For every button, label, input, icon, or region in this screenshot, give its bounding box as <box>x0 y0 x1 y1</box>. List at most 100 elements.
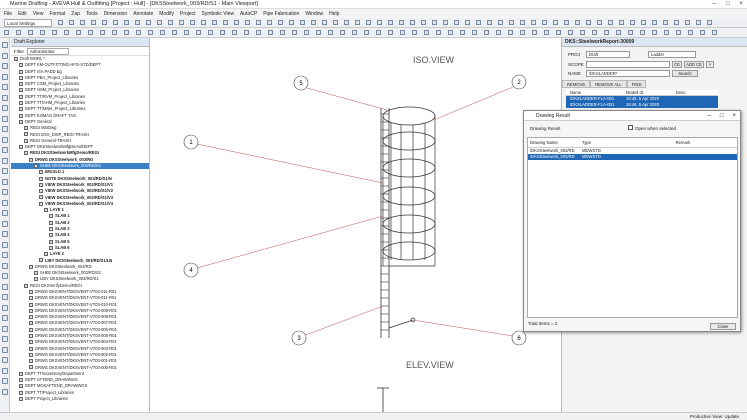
toolbar-tool-icon[interactable] <box>592 30 597 35</box>
toolbar-tool-icon[interactable] <box>508 30 513 35</box>
toolbar-tool-icon[interactable] <box>531 20 536 25</box>
toolbar-tool-icon[interactable] <box>267 20 272 25</box>
toolbar-tool-icon[interactable] <box>352 30 357 35</box>
side-tool-icon[interactable] <box>2 168 8 174</box>
toolbar-tool-icon[interactable] <box>696 20 701 25</box>
toolbar-tool-icon[interactable] <box>652 30 657 35</box>
toolbar-tool-icon[interactable] <box>472 30 477 35</box>
toolbar-tool-icon[interactable] <box>88 30 93 35</box>
toolbar-tool-icon[interactable] <box>172 30 177 35</box>
side-tool-icon[interactable] <box>2 73 8 80</box>
side-tool-icon[interactable] <box>2 136 8 143</box>
side-tool-icon[interactable] <box>2 388 8 395</box>
toolbar-tool-icon[interactable] <box>223 20 228 25</box>
side-tool-icon[interactable] <box>2 294 8 300</box>
toolbar-tool-icon[interactable] <box>676 30 681 35</box>
menu-item-pipe-fabrication[interactable]: Pipe Fabrication <box>263 11 299 17</box>
toolbar-tool-icon[interactable] <box>432 20 437 25</box>
close-icon[interactable]: × <box>739 1 743 7</box>
toolbar-tool-icon[interactable] <box>454 20 459 25</box>
side-tool-icon[interactable] <box>2 157 8 164</box>
scope-input[interactable] <box>586 61 670 68</box>
toolbar-tool-icon[interactable] <box>124 20 129 25</box>
toolbar-tool-icon[interactable] <box>664 30 669 35</box>
toolbar-tool-icon[interactable] <box>509 20 514 25</box>
toolbar-tool-icon[interactable] <box>421 20 426 25</box>
toolbar-tool-icon[interactable] <box>410 20 415 25</box>
side-tool-icon[interactable] <box>2 367 8 374</box>
toolbar-tool-icon[interactable] <box>487 20 492 25</box>
add-ce-button[interactable]: ADD CE <box>684 61 704 68</box>
toolbar-tool-icon[interactable] <box>608 20 613 25</box>
toolbar-tool-icon[interactable] <box>28 30 33 35</box>
side-tool-icon[interactable] <box>2 105 8 111</box>
side-tool-icon[interactable] <box>2 84 8 90</box>
toolbar-tool-icon[interactable] <box>377 20 382 25</box>
toolbar-tool-icon[interactable] <box>268 30 273 35</box>
toolbar-tool-icon[interactable] <box>278 20 283 25</box>
toolbar-tool-icon[interactable] <box>496 30 501 35</box>
toolbar-tool-icon[interactable] <box>316 30 321 35</box>
side-tool-icon[interactable] <box>2 210 8 216</box>
toolbar-tool-icon[interactable] <box>40 30 45 35</box>
toolbar-tool-icon[interactable] <box>376 30 381 35</box>
menu-item-view[interactable]: View <box>33 11 44 17</box>
toolbar-tool-icon[interactable] <box>628 30 633 35</box>
close-button[interactable]: Close <box>710 323 736 330</box>
side-tool-icon[interactable] <box>2 52 8 59</box>
toolbar-tool-icon[interactable] <box>256 20 261 25</box>
toolbar-tool-icon[interactable] <box>113 20 118 25</box>
toolbar-tool-icon[interactable] <box>544 30 549 35</box>
toolbar-tool-icon[interactable] <box>168 20 173 25</box>
toolbar-tool-icon[interactable] <box>136 30 141 35</box>
clear-scope-button[interactable]: × <box>706 61 714 68</box>
side-tool-icon[interactable] <box>2 231 8 237</box>
side-tool-icon[interactable] <box>2 220 8 227</box>
toolbar-tool-icon[interactable] <box>399 20 404 25</box>
toolbar-tool-icon[interactable] <box>448 30 453 35</box>
toolbar-tool-icon[interactable] <box>532 30 537 35</box>
toolbar-tool-icon[interactable] <box>292 30 297 35</box>
menu-item-symbolic-view[interactable]: Symbolic View <box>202 11 234 17</box>
minimize-icon[interactable]: – <box>708 111 711 121</box>
side-tool-icon[interactable] <box>2 199 8 206</box>
toolbar-tool-icon[interactable] <box>4 30 9 35</box>
toolbar-tool-icon[interactable] <box>443 20 448 25</box>
close-icon[interactable]: × <box>732 111 736 121</box>
toolbar-tool-icon[interactable] <box>400 30 405 35</box>
toolbar-tool-icon[interactable] <box>616 30 621 35</box>
drawing-canvas[interactable]: ISO.VIEW ELEV.VIEW 5 2 1 4 3 6 <box>151 38 561 412</box>
toolbar-tool-icon[interactable] <box>685 20 690 25</box>
toolbar-tool-icon[interactable] <box>289 20 294 25</box>
side-tool-icon[interactable] <box>2 178 8 185</box>
toolbar-tool-icon[interactable] <box>135 20 140 25</box>
toolbar-tool-icon[interactable] <box>641 20 646 25</box>
toolbar-tool-icon[interactable] <box>16 30 21 35</box>
menu-item-edit[interactable]: Edit <box>18 11 27 17</box>
toolbar-tool-icon[interactable] <box>244 30 249 35</box>
toolbar-tool-icon[interactable] <box>311 20 316 25</box>
menu-item-tools[interactable]: Tools <box>86 11 98 17</box>
menu-item-autocp[interactable]: AutoCP <box>240 11 257 17</box>
toolbar-tool-icon[interactable] <box>700 30 705 35</box>
toolbar-tool-icon[interactable] <box>304 30 309 35</box>
toolbar-tool-icon[interactable] <box>520 20 525 25</box>
toolbar-tool-icon[interactable] <box>688 30 693 35</box>
toolbar-tool-icon[interactable] <box>328 30 333 35</box>
toolbar-tool-icon[interactable] <box>586 20 591 25</box>
toolbar-tool-icon[interactable] <box>212 20 217 25</box>
tab-remove-all[interactable]: REMOVE ALL <box>590 80 627 88</box>
side-tool-icon[interactable] <box>2 94 8 101</box>
toolbar-tool-icon[interactable] <box>674 20 679 25</box>
toolbar-tool-icon[interactable] <box>157 20 162 25</box>
side-tool-icon[interactable] <box>2 283 8 290</box>
ce-button[interactable]: CE <box>672 61 682 68</box>
toolbar-tool-icon[interactable] <box>340 30 345 35</box>
toolbar-tool-icon[interactable] <box>580 30 585 35</box>
toolbar-tool-icon[interactable] <box>322 20 327 25</box>
menu-item-modify[interactable]: Modify <box>159 11 174 17</box>
side-tool-icon[interactable] <box>2 357 8 363</box>
toolbar-tool-icon[interactable] <box>100 30 105 35</box>
toolbar-tool-icon[interactable] <box>663 20 668 25</box>
side-tool-icon[interactable] <box>2 346 8 353</box>
